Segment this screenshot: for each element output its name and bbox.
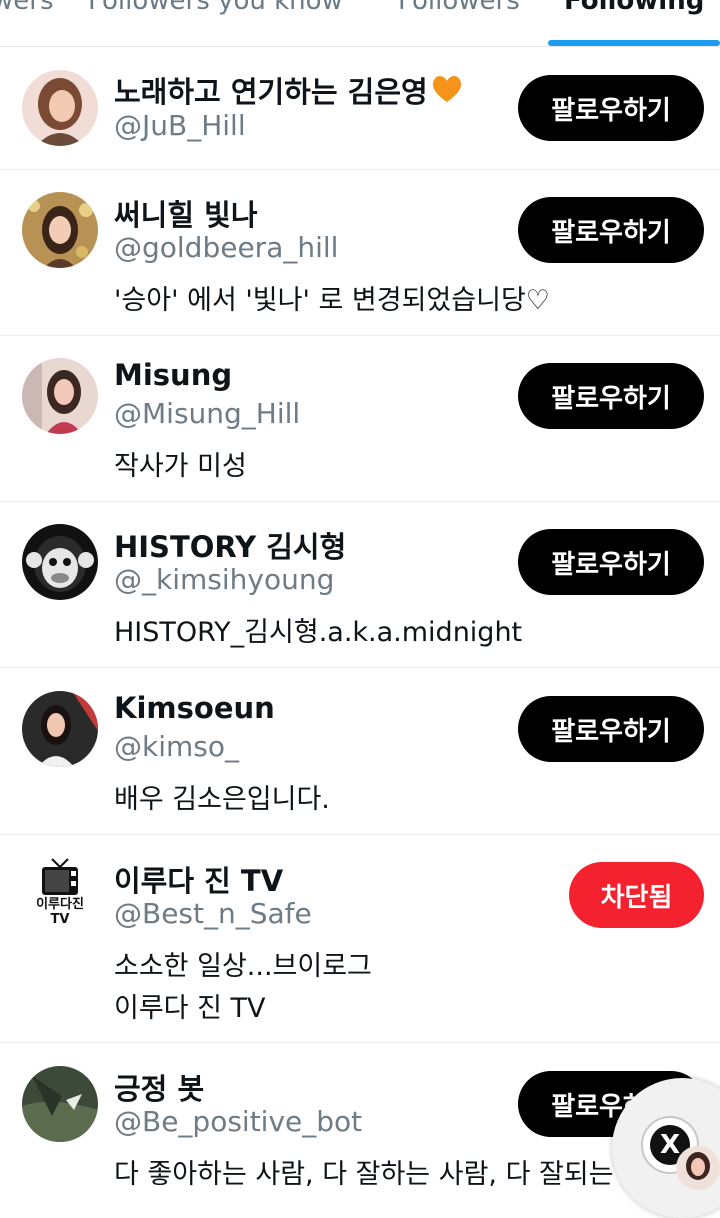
avatar[interactable] <box>22 358 98 434</box>
tab-following[interactable]: Following <box>564 0 704 16</box>
follow-button[interactable]: 팔로우하기 <box>518 75 704 141</box>
display-name[interactable]: 써니힐 빛나 <box>114 192 258 234</box>
follow-button[interactable]: 팔로우하기 <box>518 696 704 762</box>
orange-heart-icon <box>430 72 464 106</box>
avatar[interactable] <box>22 70 98 146</box>
user-bio: 다 좋아하는 사람, 다 잘하는 사람, 다 잘되는 <box>114 1159 614 1190</box>
user-handle[interactable]: @JuB_Hill <box>114 109 246 142</box>
user-row[interactable]: 노래하고 연기하는 김은영 @JuB_Hill 팔로우하기 <box>0 47 720 170</box>
floating-avatar <box>676 1146 720 1190</box>
user-row[interactable]: 이루다진 TV 이루다 진 TV @Best_n_Safe 소소한 일상...브… <box>0 835 720 1043</box>
user-handle[interactable]: @Misung_Hill <box>114 397 300 430</box>
follow-button[interactable]: 팔로우하기 <box>518 197 704 263</box>
user-handle[interactable]: @goldbeera_hill <box>114 231 338 264</box>
follow-button[interactable]: 팔로우하기 <box>518 529 704 595</box>
user-handle[interactable]: @Be_positive_bot <box>114 1105 362 1138</box>
user-row[interactable]: 써니힐 빛나 @goldbeera_hill '승아' 에서 '빛나' 로 변경… <box>0 170 720 336</box>
avatar[interactable] <box>22 524 98 600</box>
user-bio: HISTORY_김시형.a.k.a.midnight <box>114 617 523 648</box>
profile-tabs: wers Followers you know Followers Follow… <box>0 0 720 47</box>
user-row[interactable]: Misung @Misung_Hill 작사가 미성 팔로우하기 <box>0 336 720 502</box>
display-name[interactable]: Kimsoeun <box>114 691 275 725</box>
blocked-button[interactable]: 차단됨 <box>569 862 704 928</box>
user-bio: 이루다 진 TV <box>114 993 266 1024</box>
tab-followers-you-know[interactable]: Followers you know <box>88 0 343 16</box>
display-name[interactable]: 노래하고 연기하는 김은영 <box>114 69 464 111</box>
avatar[interactable] <box>22 192 98 268</box>
avatar[interactable]: 이루다진 TV <box>22 857 98 933</box>
user-row[interactable]: Kimsoeun @kimso_ 배우 김소은입니다. 팔로우하기 <box>0 668 720 835</box>
active-tab-indicator <box>548 40 720 46</box>
avatar[interactable] <box>22 1066 98 1142</box>
avatar[interactable] <box>22 691 98 767</box>
user-handle[interactable]: @_kimsihyoung <box>114 563 334 596</box>
user-bio: 소소한 일상...브이로그 <box>114 951 372 982</box>
display-name[interactable]: 이루다 진 TV <box>114 858 283 900</box>
user-bio: 작사가 미성 <box>114 451 247 482</box>
follow-button[interactable]: 팔로우하기 <box>518 363 704 429</box>
user-row[interactable]: HISTORY 김시형 @_kimsihyoung HISTORY_김시형.a.… <box>0 502 720 668</box>
tab-followers[interactable]: Followers <box>398 0 520 16</box>
display-name[interactable]: 긍정 봇 <box>114 1066 204 1108</box>
tab-followers-partial[interactable]: wers <box>0 0 54 16</box>
user-bio: '승아' 에서 '빛나' 로 변경되었습니당♡ <box>114 285 550 316</box>
display-name[interactable]: HISTORY 김시형 <box>114 524 346 566</box>
display-name[interactable]: Misung <box>114 358 232 392</box>
user-handle[interactable]: @Best_n_Safe <box>114 897 312 930</box>
avatar-caption: 이루다진 TV <box>36 897 84 927</box>
user-handle[interactable]: @kimso_ <box>114 730 239 763</box>
user-bio: 배우 김소은입니다. <box>114 784 330 815</box>
